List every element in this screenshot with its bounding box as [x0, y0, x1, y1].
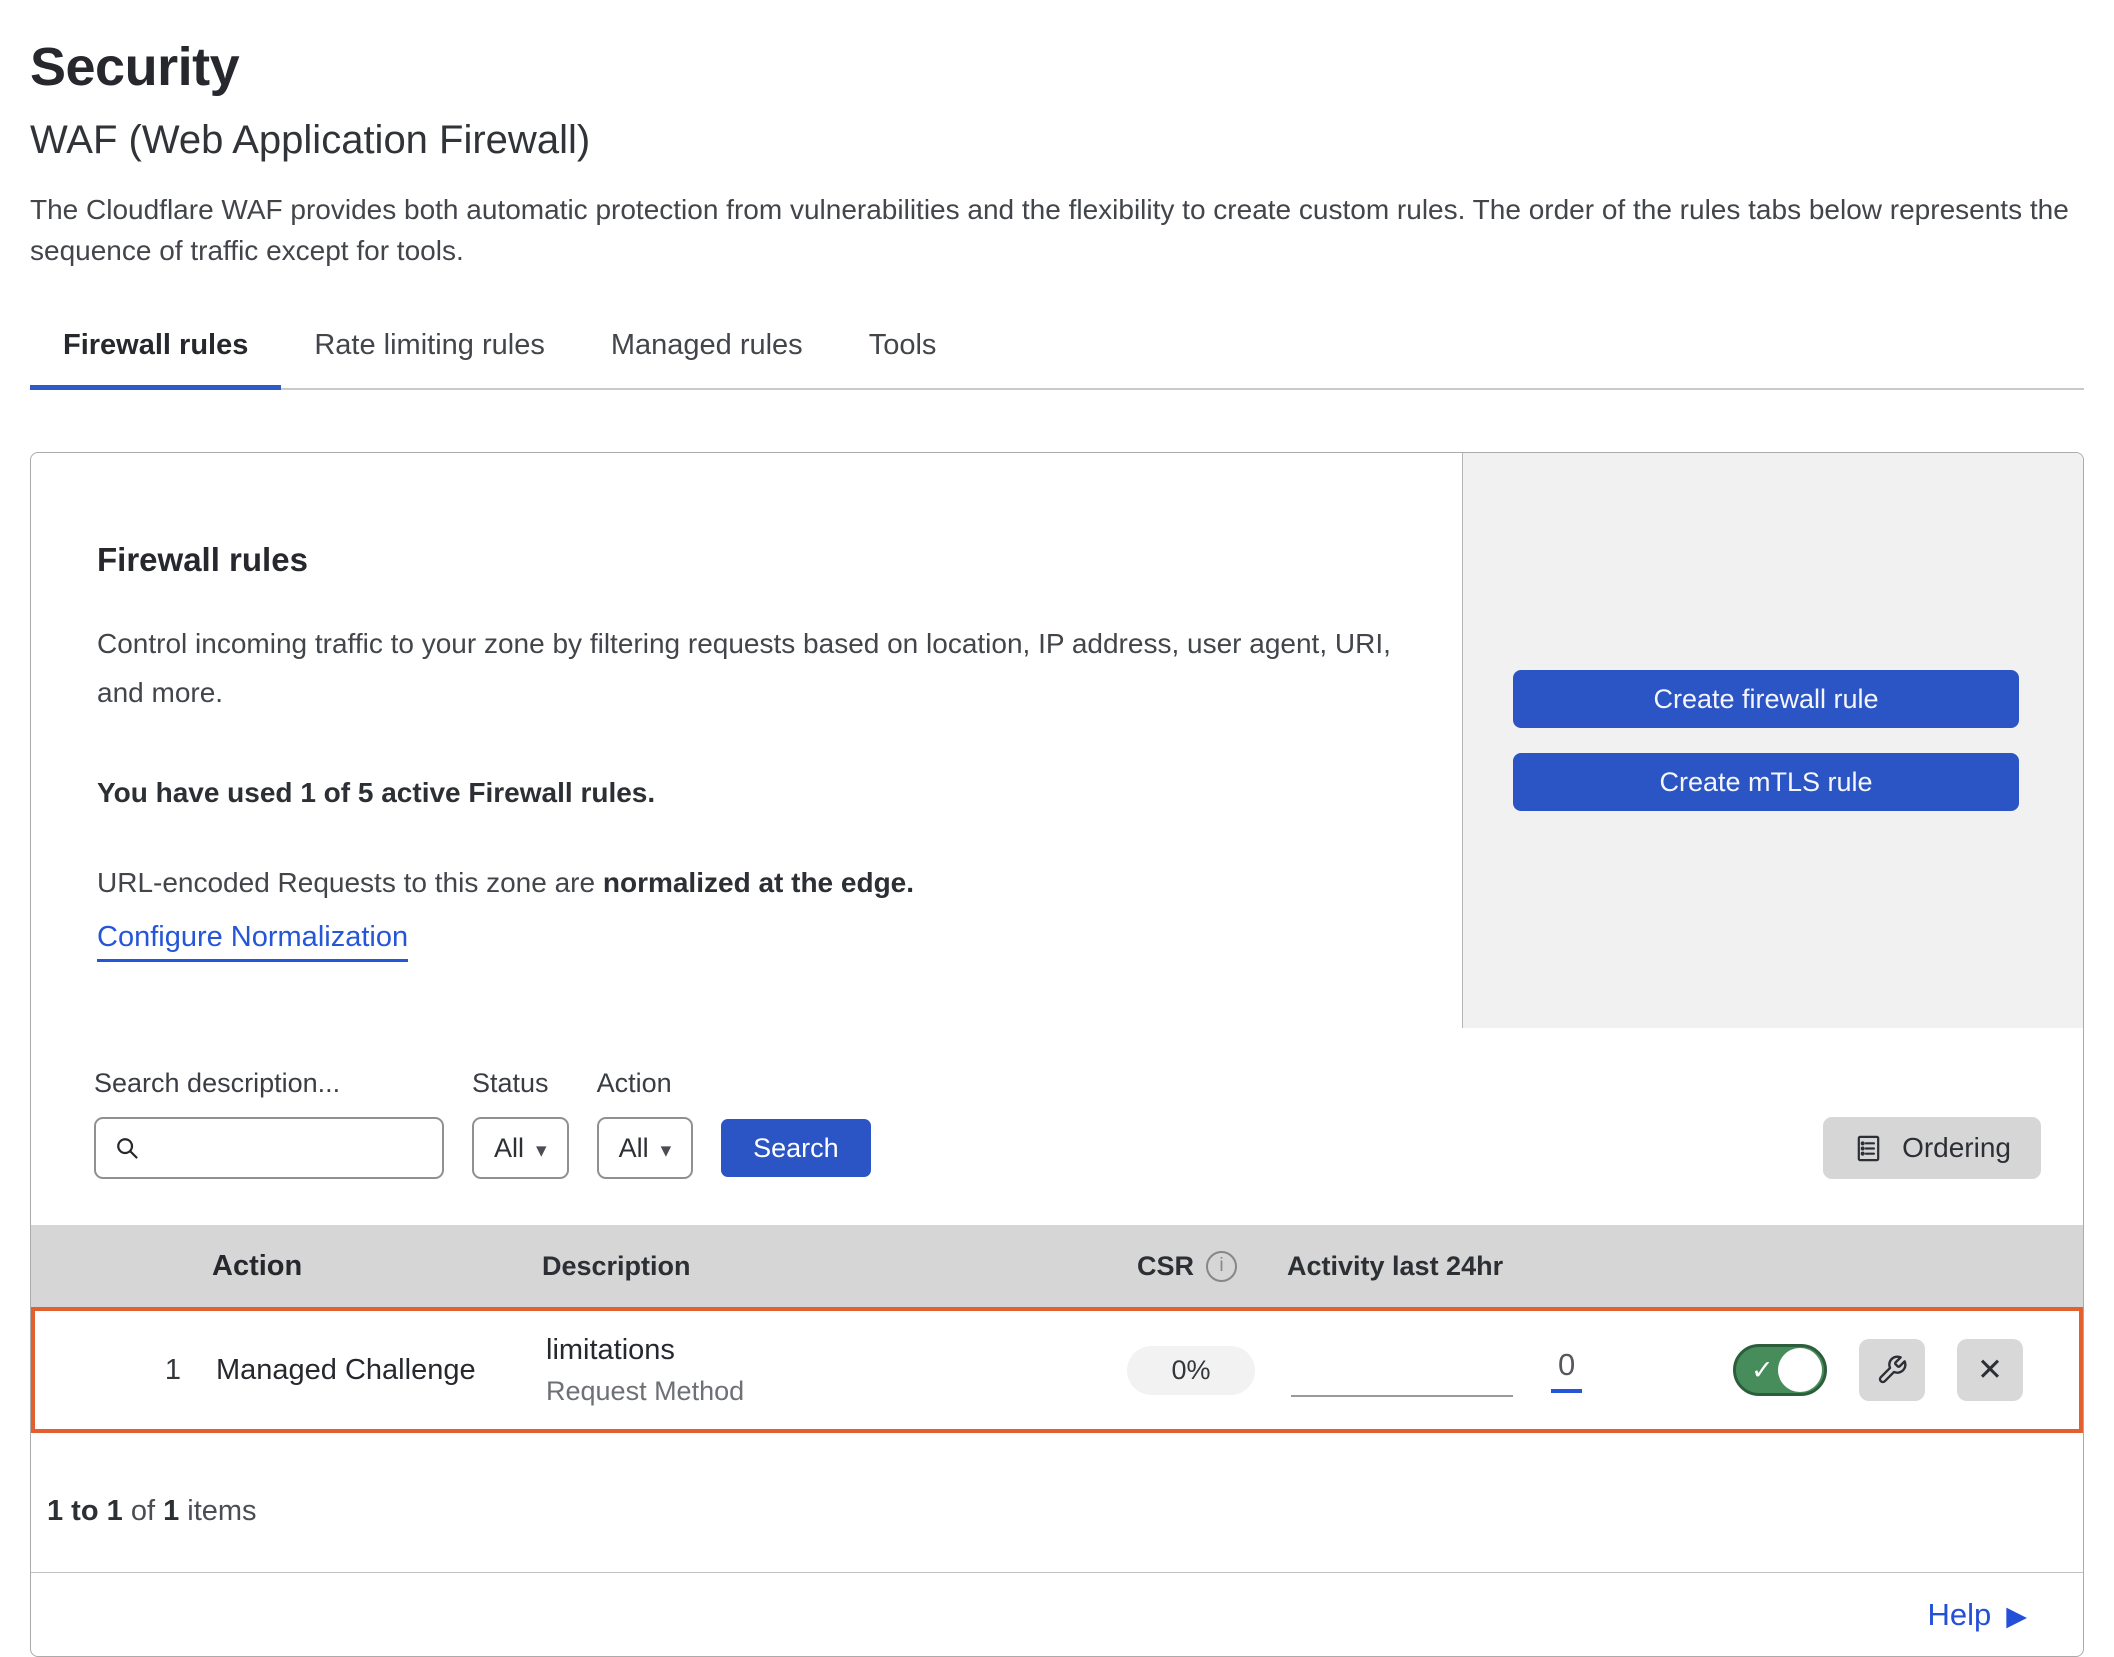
status-filter-group: Status All ▾ — [472, 1068, 569, 1179]
page-description: The Cloudflare WAF provides both automat… — [30, 189, 2070, 271]
rule-priority: 1 — [35, 1354, 181, 1387]
csr-header-label: CSR — [1137, 1251, 1194, 1282]
firewall-rules-card: Firewall rules Control incoming traffic … — [30, 452, 2084, 1657]
normalization-text: URL-encoded Requests to this zone are — [97, 867, 595, 898]
ordering-label: Ordering — [1902, 1132, 2011, 1164]
delete-rule-button[interactable]: ✕ — [1957, 1339, 2023, 1401]
card-footer: Help ▶ — [31, 1572, 2083, 1656]
page-title: Security — [30, 36, 2084, 98]
rule-description-detail: Request Method — [546, 1376, 1091, 1407]
action-selected-value: All — [619, 1133, 649, 1164]
chevron-down-icon: ▾ — [536, 1138, 547, 1163]
csr-badge: 0% — [1127, 1346, 1254, 1395]
csr-column-header: CSR i — [1087, 1251, 1287, 1282]
create-firewall-rule-button[interactable]: Create firewall rule — [1513, 670, 2019, 728]
toggle-knob — [1778, 1348, 1822, 1392]
activity-count-link[interactable]: 0 — [1551, 1347, 1582, 1393]
help-label: Help — [1927, 1597, 1991, 1633]
tab-label: Managed rules — [611, 329, 803, 361]
ordering-button[interactable]: Ordering — [1823, 1117, 2041, 1179]
search-input[interactable] — [152, 1133, 422, 1164]
search-filter-group: Search description... — [94, 1068, 444, 1179]
overview-heading: Firewall rules — [97, 541, 1402, 579]
search-icon — [112, 1133, 142, 1163]
action-filter-group: Action All ▾ — [597, 1068, 694, 1179]
action-select[interactable]: All ▾ — [597, 1117, 694, 1179]
table-header-row: Action Description CSR i Activity last 2… — [31, 1225, 2083, 1307]
tab-managed-rules[interactable]: Managed rules — [578, 313, 836, 388]
edit-rule-button[interactable] — [1859, 1339, 1925, 1401]
card-overview-section: Firewall rules Control incoming traffic … — [31, 453, 2083, 1028]
tab-rate-limiting-rules[interactable]: Rate limiting rules — [281, 313, 577, 388]
summary-items: items — [187, 1495, 256, 1527]
help-arrow-icon: ▶ — [2006, 1601, 2027, 1632]
configure-normalization-link[interactable]: Configure Normalization — [97, 921, 408, 962]
tab-label: Tools — [869, 329, 937, 361]
firewall-rule-row[interactable]: 1 Managed Challenge limitations Request … — [31, 1307, 2083, 1433]
overview-description: Control incoming traffic to your zone by… — [97, 619, 1397, 717]
filter-bar: Search description... Status All ▾ — [31, 1028, 2083, 1225]
chevron-down-icon: ▾ — [661, 1138, 672, 1163]
create-mtls-rule-button[interactable]: Create mTLS rule — [1513, 753, 2019, 811]
status-select[interactable]: All ▾ — [472, 1117, 569, 1179]
tab-label: Firewall rules — [63, 329, 248, 361]
activity-sparkline — [1291, 1395, 1513, 1397]
wrench-icon — [1876, 1354, 1908, 1386]
tab-label: Rate limiting rules — [314, 329, 544, 361]
summary-of: of — [131, 1495, 155, 1527]
status-selected-value: All — [494, 1133, 524, 1164]
action-column-header: Action — [177, 1250, 522, 1283]
ordering-list-icon — [1853, 1133, 1884, 1164]
summary-range: 1 to 1 — [47, 1495, 123, 1527]
search-label: Search description... — [94, 1068, 444, 1099]
action-label: Action — [597, 1068, 694, 1099]
overview-text-area: Firewall rules Control incoming traffic … — [31, 453, 1462, 1028]
rule-description-cell: limitations Request Method — [526, 1334, 1091, 1407]
activity-column-header: Activity last 24hr — [1287, 1251, 1727, 1282]
rule-description: limitations — [546, 1334, 1091, 1367]
rule-enabled-toggle[interactable]: ✓ — [1733, 1344, 1827, 1396]
tab-firewall-rules[interactable]: Firewall rules — [30, 313, 281, 388]
rule-activity-cell: 0 — [1291, 1343, 1731, 1397]
info-icon[interactable]: i — [1206, 1251, 1237, 1282]
rules-tab-bar: Firewall rules Rate limiting rules Manag… — [30, 313, 2084, 390]
rule-controls-cell: ✓ ✕ — [1731, 1339, 2079, 1401]
activity-header-label: Activity last 24hr — [1287, 1251, 1503, 1282]
rule-action: Managed Challenge — [181, 1354, 526, 1387]
page-subtitle: WAF (Web Application Firewall) — [30, 118, 2084, 163]
normalization-bold: normalized at the edge. — [603, 867, 914, 898]
rule-csr-cell: 0% — [1091, 1346, 1291, 1395]
close-icon: ✕ — [1977, 1352, 2003, 1388]
actions-panel: Create firewall rule Create mTLS rule — [1462, 453, 2083, 1028]
table-summary: 1 to 1 of 1 items — [31, 1433, 2083, 1572]
search-button[interactable]: Search — [721, 1119, 871, 1177]
help-link[interactable]: Help ▶ — [1927, 1597, 2027, 1633]
summary-total: 1 — [163, 1495, 179, 1527]
search-input-box[interactable] — [94, 1117, 444, 1179]
check-icon: ✓ — [1751, 1357, 1774, 1384]
security-waf-page: Security WAF (Web Application Firewall) … — [0, 0, 2114, 1657]
status-label: Status — [472, 1068, 569, 1099]
description-column-header: Description — [522, 1251, 1087, 1282]
usage-summary: You have used 1 of 5 active Firewall rul… — [97, 777, 1402, 809]
tab-tools[interactable]: Tools — [836, 313, 970, 388]
normalization-note: URL-encoded Requests to this zone are no… — [97, 867, 1402, 899]
